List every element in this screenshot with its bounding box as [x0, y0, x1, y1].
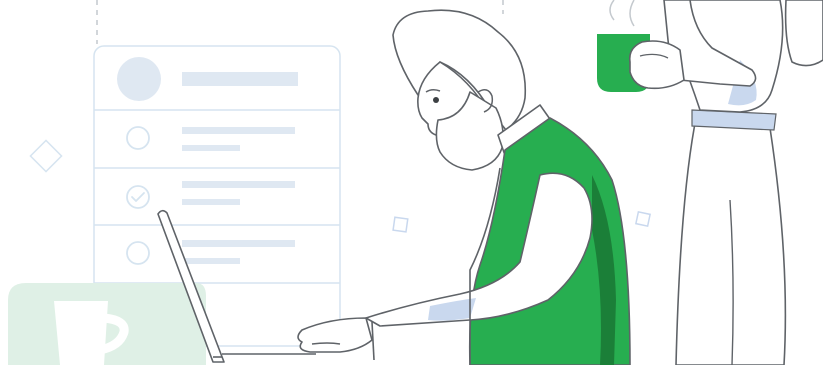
mug-sign — [8, 283, 206, 365]
steam-icon — [609, 0, 615, 21]
mug-icon — [54, 301, 108, 365]
avatar — [117, 57, 161, 101]
man-eye — [433, 97, 439, 103]
office-illustration — [8, 0, 823, 365]
floating-square-right — [634, 210, 652, 228]
floating-square-mid — [392, 216, 409, 233]
woman-legs — [675, 117, 787, 365]
woman-with-mug — [597, 0, 823, 365]
woman-hand — [628, 40, 685, 90]
floating-square-left — [29, 139, 63, 173]
man-working — [297, 9, 631, 365]
woman-hair — [784, 0, 823, 67]
